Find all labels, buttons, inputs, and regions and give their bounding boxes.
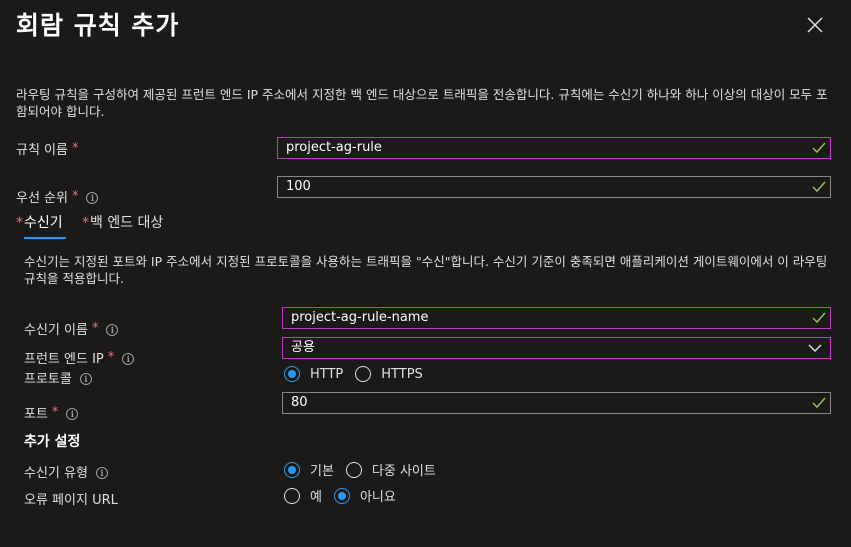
error-page-radio-group: 예 아니요 [284,486,408,505]
check-icon [812,312,826,324]
tab-listener[interactable]: *수신기 [16,212,63,232]
info-icon[interactable]: i [79,372,92,385]
priority-label-text: 우선 순위 [16,191,68,206]
listener-type-label: 수신기 유형 i [24,462,108,481]
required-marker: * [51,405,59,420]
required-marker: * [71,141,79,156]
priority-value: 100 [286,179,311,194]
error-page-url-label: 오류 페이지 URL [24,489,118,508]
port-value: 80 [291,395,308,410]
rule-name-input[interactable]: project-ag-rule [277,137,831,159]
listener-description: 수신기는 지정된 포트와 IP 주소에서 지정된 프로토콜을 사용하는 트래픽을… [24,254,828,286]
listener-name-input[interactable]: project-ag-rule-name [282,307,831,329]
listener-type-label-text: 수신기 유형 [24,466,88,481]
check-icon [812,397,826,409]
required-marker: * [82,215,89,231]
radio-https-label: HTTPS [381,366,423,382]
rule-name-value: project-ag-rule [286,140,382,155]
protocol-radio-group: HTTP HTTPS [284,366,435,382]
required-marker: * [107,350,115,365]
tab-backend-targets-label: 백 엔드 대상 [90,215,164,231]
radio-basic-label: 기본 [310,464,334,479]
info-icon[interactable]: i [86,191,99,204]
radio-multi-site[interactable] [345,461,362,478]
radio-yes-label: 예 [310,490,322,505]
close-icon[interactable] [805,15,825,35]
additional-settings-heading: 추가 설정 [24,434,81,450]
required-marker: * [91,321,99,336]
check-icon [812,181,826,193]
rule-name-label: 규칙 이름 * [16,139,78,158]
check-icon [812,142,826,154]
priority-input[interactable]: 100 [277,176,831,198]
required-marker: * [71,189,79,204]
frontend-ip-label: 프런트 엔드 IP * i [24,348,135,367]
radio-http[interactable] [284,366,300,382]
radio-no[interactable] [333,487,350,504]
dialog-title: 회람 규칙 추가 [16,11,180,40]
radio-multi-site-label: 다중 사이트 [371,464,436,479]
listener-name-value: project-ag-rule-name [291,310,429,325]
dialog-description: 라우팅 규칙을 구성하여 제공된 프런트 엔드 IP 주소에서 지정한 백 엔드… [16,87,828,119]
port-label-text: 포트 [24,407,48,422]
port-input[interactable]: 80 [282,392,831,414]
required-marker: * [16,215,23,231]
radio-yes[interactable] [284,487,300,504]
radio-http-label: HTTP [310,366,344,382]
listener-type-radio-group: 기본 다중 사이트 [284,460,448,479]
protocol-label-text: 프로토콜 [24,372,72,387]
info-icon[interactable]: i [106,323,119,336]
error-page-url-label-text: 오류 페이지 URL [24,493,118,508]
listener-name-label-text: 수신기 이름 [24,323,88,338]
radio-basic[interactable] [284,461,300,478]
add-routing-rule-dialog: 회람 규칙 추가 라우팅 규칙을 구성하여 제공된 프런트 엔드 IP 주소에서… [0,0,851,547]
priority-label: 우선 순위 * i [16,187,99,206]
radio-no-label: 아니요 [359,490,396,505]
frontend-ip-label-text: 프런트 엔드 IP [24,352,104,367]
protocol-label: 프로토콜 i [24,368,92,387]
info-icon[interactable]: i [122,352,135,365]
tab-backend-targets[interactable]: *백 엔드 대상 [82,212,163,232]
info-icon[interactable]: i [95,466,108,479]
port-label: 포트 * i [24,403,79,422]
info-icon[interactable]: i [66,407,79,420]
rule-name-label-text: 규칙 이름 [16,143,68,158]
frontend-ip-dropdown[interactable]: 공용 [282,337,831,359]
radio-https[interactable] [355,366,372,382]
frontend-ip-value: 공용 [291,340,315,355]
tab-listener-label: 수신기 [24,215,63,231]
active-tab-indicator [24,237,66,239]
listener-name-label: 수신기 이름 * i [24,319,119,338]
chevron-down-icon [808,344,822,353]
